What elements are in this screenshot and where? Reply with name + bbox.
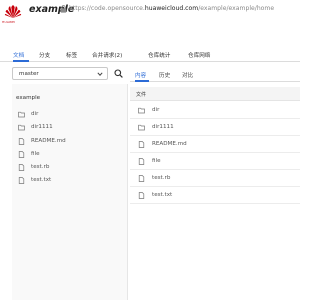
file-row-name: file	[152, 158, 161, 164]
file-icon	[138, 175, 145, 182]
tree-item[interactable]: test.rb	[18, 163, 118, 173]
page: HUAWEI example https://code.opensource.h…	[0, 0, 300, 300]
file-row[interactable]: dir1111	[130, 119, 300, 136]
lock-icon	[60, 5, 67, 13]
file-icon	[18, 164, 25, 171]
file-row-name: README.md	[152, 141, 187, 147]
file-row[interactable]: dir	[130, 102, 300, 119]
tab-repo-stats[interactable]: 仓库统计	[148, 51, 170, 59]
tab-history[interactable]: 历史	[159, 71, 170, 79]
chevron-down-icon	[97, 72, 103, 76]
folder-icon	[138, 107, 145, 114]
file-icon	[18, 151, 25, 158]
file-list-header: 文件	[130, 87, 300, 101]
tab-content[interactable]: 内容	[135, 71, 146, 79]
file-row-name: test.rb	[152, 175, 171, 181]
folder-icon	[18, 124, 25, 131]
active-view-tab-indicator	[135, 80, 149, 82]
logo-text: HUAWEI	[2, 20, 16, 24]
file-row-name: test.txt	[152, 192, 173, 198]
tree-item-label: test.rb	[31, 164, 50, 170]
tree-item[interactable]: file	[18, 150, 118, 160]
tab-tags[interactable]: 标签	[66, 51, 77, 59]
tab-merge-requests[interactable]: 合并请求(2)	[92, 51, 122, 59]
huawei-logo-icon	[4, 5, 22, 18]
tree-item-label: README.md	[31, 138, 66, 144]
file-row-name: dir1111	[152, 124, 174, 130]
tree-item-label: test.txt	[31, 177, 52, 183]
tab-docs[interactable]: 文档	[13, 51, 24, 59]
repo-tab-bar: 文档 分支 标签 合并请求(2) 仓库统计 仓库网络	[0, 46, 300, 62]
file-row[interactable]: test.txt	[130, 187, 300, 204]
address-bar-url[interactable]: https://code.opensource.huaweicloud.com/…	[69, 5, 274, 12]
file-row-name: dir	[152, 107, 160, 113]
branch-select-value: master	[19, 71, 39, 77]
tree-item-label: dir1111	[31, 124, 53, 130]
file-icon	[18, 177, 25, 184]
repo-title: example	[29, 4, 75, 15]
tree-item[interactable]: test.txt	[18, 176, 118, 186]
url-suffix: /example/example/home	[198, 5, 275, 12]
url-prefix: https://code.opensource.	[69, 5, 145, 12]
tree-root-label[interactable]: example	[16, 95, 40, 101]
file-icon	[18, 138, 25, 145]
file-icon	[138, 158, 145, 165]
tree-item[interactable]: README.md	[18, 137, 118, 147]
folder-icon	[138, 124, 145, 131]
tree-item[interactable]: dir1111	[18, 123, 118, 133]
tab-branches[interactable]: 分支	[39, 51, 50, 59]
file-icon	[138, 192, 145, 199]
file-tree: example dir dir1111 README.md file test.…	[12, 84, 128, 300]
url-domain: huaweicloud.com	[144, 5, 199, 12]
tree-item-label: file	[31, 151, 40, 157]
file-row[interactable]: file	[130, 153, 300, 170]
file-list-header-label: 文件	[136, 92, 147, 98]
branch-select[interactable]: master	[12, 67, 108, 80]
tree-item[interactable]: dir	[18, 110, 118, 120]
folder-icon	[18, 111, 25, 118]
search-icon[interactable]	[114, 69, 123, 78]
view-tab-bar: 内容 历史 对比	[130, 66, 300, 82]
tree-item-label: dir	[31, 111, 39, 117]
file-row[interactable]: README.md	[130, 136, 300, 153]
tab-repo-network[interactable]: 仓库网络	[188, 51, 210, 59]
active-tab-indicator	[13, 60, 29, 62]
file-row[interactable]: test.rb	[130, 170, 300, 187]
file-icon	[138, 141, 145, 148]
tab-compare[interactable]: 对比	[182, 71, 193, 79]
